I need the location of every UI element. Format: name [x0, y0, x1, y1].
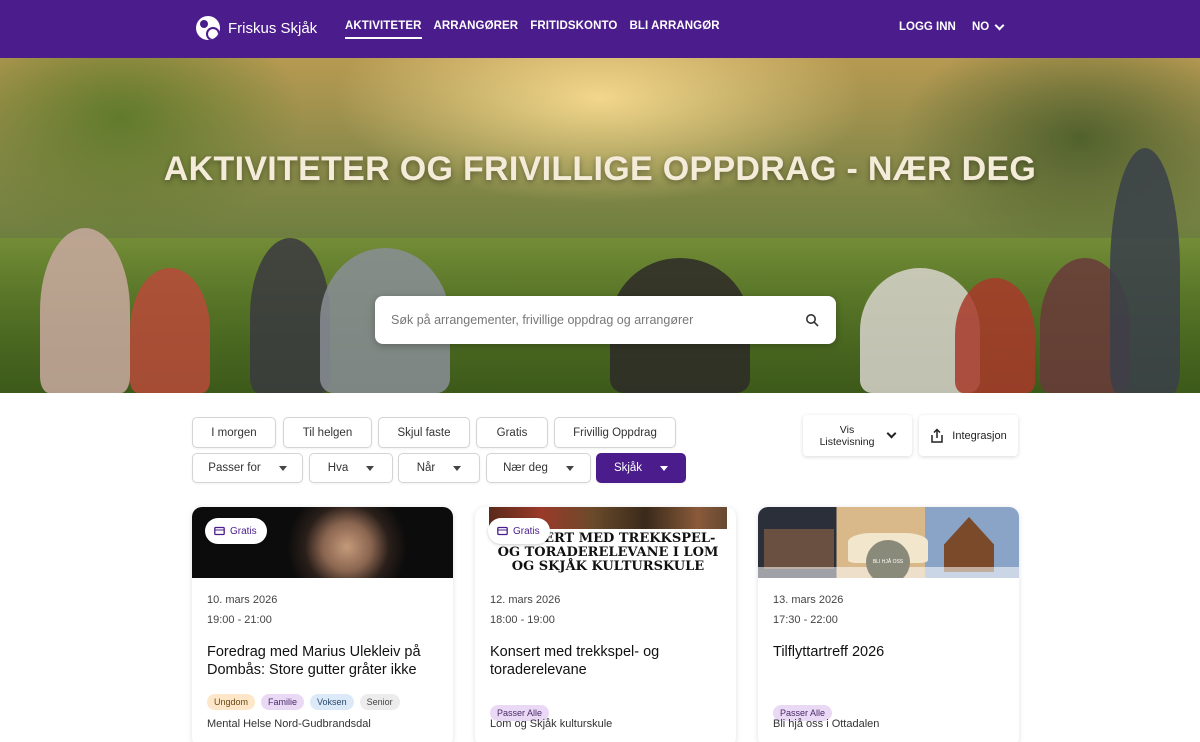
- hero-photo-person: [955, 278, 1035, 393]
- nav-item-arrangorer[interactable]: ARRANGØRER: [434, 20, 519, 39]
- event-time: 17:30 - 22:00: [773, 614, 838, 626]
- logo-text: BLI HJÅ OSS: [872, 559, 904, 565]
- caret-down-icon: [660, 465, 669, 471]
- collage-photo: [764, 529, 834, 569]
- badge-label: Gratis: [513, 525, 540, 537]
- stave-church-photo: [944, 517, 994, 572]
- badge-label: Gratis: [230, 525, 257, 537]
- hero-photo-person: [40, 228, 130, 393]
- caret-down-icon: [278, 465, 287, 471]
- nav-item-bli-arrangor[interactable]: BLI ARRANGØR: [629, 20, 719, 39]
- integration-button[interactable]: Integrasjon: [919, 415, 1018, 456]
- ticket-icon: [214, 526, 225, 536]
- dropdown-label: Passer for: [208, 462, 261, 474]
- dropdown-skjak[interactable]: Skjåk: [596, 453, 686, 483]
- view-mode-label-line1: Vis: [839, 423, 855, 436]
- dropdown-hva[interactable]: Hva: [309, 453, 393, 483]
- filter-label: Gratis: [496, 426, 528, 439]
- share-icon: [931, 427, 944, 443]
- top-navigation-bar: Friskus Skjåk AKTIVITETER ARRANGØRER FRI…: [0, 0, 1200, 58]
- hero-banner: AKTIVITETER OG FRIVILLIGE OPPDRAG - NÆR …: [0, 58, 1200, 393]
- language-label: NO: [972, 21, 990, 33]
- event-title[interactable]: Tilflyttartreff 2026: [773, 643, 1005, 661]
- dropdown-label: Nær deg: [503, 462, 548, 474]
- event-date: 13. mars 2026: [773, 594, 844, 606]
- caret-down-icon: [366, 465, 375, 471]
- filter-label: I morgen: [211, 426, 257, 439]
- event-time: 19:00 - 21:00: [207, 614, 272, 626]
- view-mode-label-line2: Listevisning: [819, 435, 875, 448]
- language-selector[interactable]: NO: [972, 20, 1005, 33]
- organizer-logo: BLI HJÅ OSS: [866, 540, 910, 578]
- event-date: 10. mars 2026: [207, 594, 278, 606]
- tag-ungdom: Ungdom: [207, 694, 256, 710]
- dropdown-label: Hva: [327, 462, 349, 474]
- filter-frivillig-oppdrag[interactable]: Frivillig Oppdrag: [554, 417, 676, 448]
- dropdown-nar[interactable]: Når: [398, 453, 480, 483]
- tag-familie: Familie: [261, 694, 305, 710]
- chevron-down-icon: [994, 20, 1005, 30]
- event-title[interactable]: Foredrag med Marius Ulekleiv på Dombås: …: [207, 643, 439, 679]
- tag-senior: Senior: [359, 694, 400, 710]
- event-organizer[interactable]: Lom og Skjåk kulturskule: [490, 718, 612, 730]
- search-box: [375, 296, 836, 344]
- audience-tags: Ungdom Familie Voksen Senior: [207, 694, 400, 710]
- brand-name: Friskus Skjåk: [228, 19, 318, 37]
- gratis-badge: Gratis: [205, 518, 267, 544]
- hero-photo-person: [130, 268, 210, 393]
- caret-down-icon: [565, 465, 574, 471]
- event-card[interactable]: Gratis 10. mars 2026 19:00 - 21:00 Fored…: [192, 507, 453, 742]
- brand-link[interactable]: Friskus Skjåk: [196, 14, 317, 42]
- integration-label: Integrasjon: [952, 429, 1007, 442]
- filter-label: Frivillig Oppdrag: [573, 426, 657, 439]
- nav-item-fritidskonto[interactable]: FRITIDSKONTO: [530, 20, 617, 39]
- caret-down-icon: [453, 465, 462, 471]
- dropdown-naer-deg[interactable]: Nær deg: [486, 453, 591, 483]
- search-icon[interactable]: [805, 313, 819, 327]
- friskus-logo-icon: [196, 16, 220, 40]
- filter-label: Til helgen: [302, 426, 353, 439]
- main-nav: AKTIVITETER ARRANGØRER FRITIDSKONTO BLI …: [345, 20, 720, 39]
- event-image: BLI HJÅ OSS: [758, 507, 1019, 578]
- dropdown-label: Skjåk: [613, 462, 643, 474]
- hero-photo-person: [250, 238, 330, 393]
- ticket-icon: [497, 526, 508, 536]
- gratis-badge: Gratis: [488, 518, 550, 544]
- filter-i-morgen[interactable]: I morgen: [192, 417, 276, 448]
- event-date: 12. mars 2026: [490, 594, 561, 606]
- hero-title: AKTIVITETER OG FRIVILLIGE OPPDRAG - NÆR …: [163, 150, 1037, 188]
- filter-label: Skjul faste: [397, 426, 451, 439]
- event-time: 18:00 - 19:00: [490, 614, 555, 626]
- view-mode-label: Vis Listevisning: [820, 424, 875, 448]
- filter-gratis[interactable]: Gratis: [476, 417, 548, 448]
- event-organizer[interactable]: Bli hjå oss i Ottadalen: [773, 718, 879, 730]
- event-card[interactable]: KONSERT MED TREKKSPEL- OG TORADERELEVANE…: [475, 507, 736, 742]
- tag-voksen: Voksen: [310, 694, 354, 710]
- dropdown-passer-for[interactable]: Passer for: [192, 453, 303, 483]
- event-title[interactable]: Konsert med trekkspel- og toraderelevane: [490, 643, 722, 679]
- event-organizer[interactable]: Mental Helse Nord-Gudbrandsdal: [207, 718, 371, 730]
- event-card[interactable]: BLI HJÅ OSS 13. mars 2026 17:30 - 22:00 …: [758, 507, 1019, 742]
- chevron-down-icon: [886, 428, 897, 439]
- filter-skjul-faste[interactable]: Skjul faste: [378, 417, 470, 448]
- view-mode-selector[interactable]: Vis Listevisning: [803, 415, 912, 456]
- search-input[interactable]: [375, 296, 795, 344]
- login-link[interactable]: LOGG INN: [899, 21, 956, 33]
- filter-til-helgen[interactable]: Til helgen: [283, 417, 372, 448]
- nav-item-aktiviteter[interactable]: AKTIVITETER: [345, 20, 422, 39]
- dropdown-label: Når: [416, 462, 436, 474]
